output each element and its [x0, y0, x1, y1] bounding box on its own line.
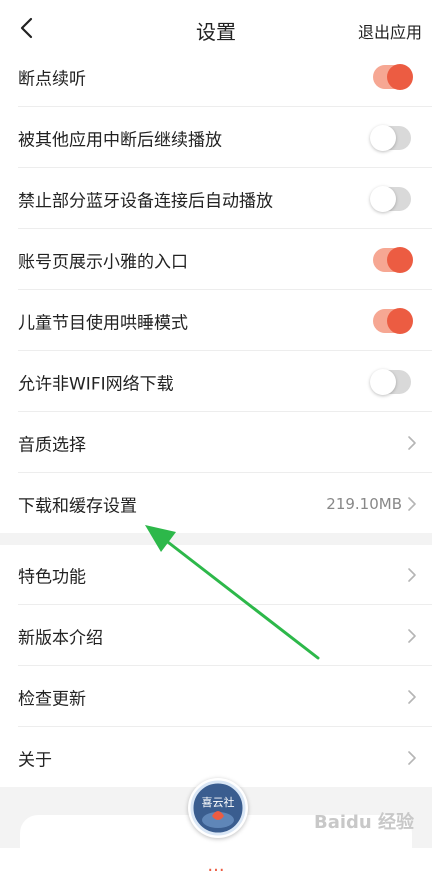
divider [18, 350, 432, 351]
avatar-image: 喜云社 [190, 780, 246, 836]
toggle-knob [387, 247, 413, 273]
setting-label: 关于 [18, 750, 52, 771]
divider [18, 289, 432, 290]
setting-row-audio-quality[interactable]: 音质选择 [0, 413, 432, 473]
toggle-switch[interactable] [373, 64, 413, 90]
toggle-switch[interactable] [373, 308, 413, 334]
divider [18, 228, 432, 229]
divider [18, 726, 432, 727]
setting-row-interrupt-continue[interactable]: 被其他应用中断后继续播放 [0, 108, 432, 168]
setting-row-bluetooth-autoplay[interactable]: 禁止部分蓝牙设备连接后自动播放 [0, 169, 432, 229]
exit-app-button[interactable]: 退出应用 [358, 19, 422, 43]
setting-label: 特色功能 [18, 567, 86, 588]
toggle-switch[interactable] [373, 247, 413, 273]
cache-size-value: 219.10MB [326, 495, 402, 513]
divider [18, 167, 432, 168]
setting-row-check-update[interactable]: 检查更新 [0, 667, 432, 727]
toggle-knob [370, 369, 396, 395]
divider [18, 604, 432, 605]
setting-label: 断点续听 [18, 69, 86, 90]
divider [18, 665, 432, 666]
setting-label: 新版本介绍 [18, 628, 103, 649]
setting-label: 账号页展示小雅的入口 [18, 252, 188, 273]
toggle-knob [370, 125, 396, 151]
section-separator [0, 533, 432, 545]
setting-label: 儿童节目使用哄睡模式 [18, 313, 188, 334]
setting-label: 音质选择 [18, 435, 86, 456]
setting-label: 检查更新 [18, 689, 86, 710]
divider [18, 411, 432, 412]
logout-button-label: ... [207, 855, 225, 876]
toggle-knob [387, 308, 413, 334]
setting-label: 禁止部分蓝牙设备连接后自动播放 [18, 191, 273, 212]
chevron-right-icon [408, 436, 416, 450]
setting-row-whats-new[interactable]: 新版本介绍 [0, 606, 432, 666]
avatar-text: 喜云社 [202, 795, 235, 809]
setting-row-features[interactable]: 特色功能 [0, 545, 432, 605]
setting-label: 允许非WIFI网络下载 [18, 374, 174, 395]
floating-avatar[interactable]: 喜云社 [188, 778, 248, 838]
chevron-left-icon[interactable] [14, 14, 42, 42]
setting-row-resume[interactable]: 断点续听 [0, 47, 432, 107]
setting-row-download-cache[interactable]: 下载和缓存设置 219.10MB [0, 474, 432, 534]
chevron-right-icon [408, 497, 416, 511]
setting-label: 下载和缓存设置 [18, 496, 137, 517]
divider [18, 106, 432, 107]
toggle-switch[interactable] [370, 125, 411, 151]
divider [18, 472, 432, 473]
toggle-switch[interactable] [370, 186, 411, 212]
chevron-right-icon [408, 751, 416, 765]
chevron-right-icon [408, 568, 416, 582]
toggle-knob [387, 64, 413, 90]
setting-row-kids-sleep-mode[interactable]: 儿童节目使用哄睡模式 [0, 291, 432, 351]
toggle-knob [370, 186, 396, 212]
setting-row-non-wifi-download[interactable]: 允许非WIFI网络下载 [0, 352, 432, 412]
chevron-right-icon [408, 629, 416, 643]
chevron-right-icon [408, 690, 416, 704]
setting-row-xiaoya-entry[interactable]: 账号页展示小雅的入口 [0, 230, 432, 290]
watermark: Baidu 经验 [313, 812, 414, 833]
setting-label: 被其他应用中断后继续播放 [18, 130, 222, 151]
toggle-switch[interactable] [370, 369, 411, 395]
